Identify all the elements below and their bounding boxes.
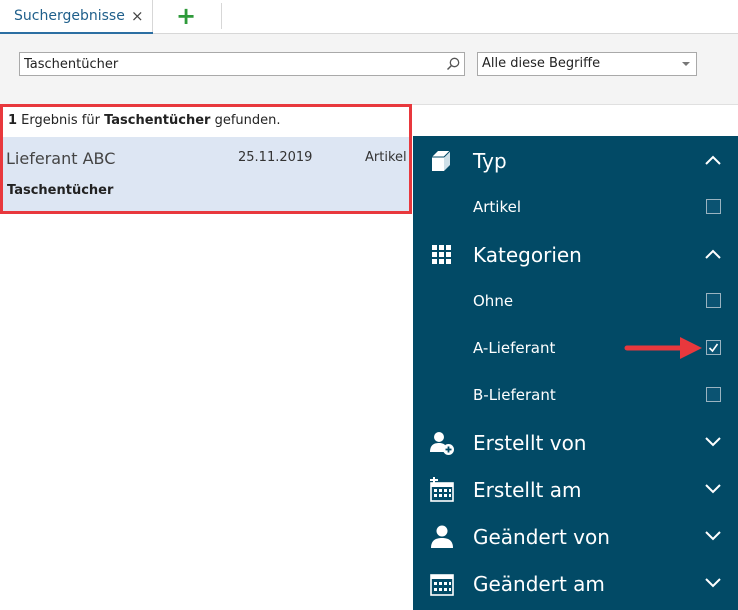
results-list: 1 Ergebnis für Taschentücher gefunden. L… (0, 104, 413, 215)
summary-post: gefunden. (210, 113, 281, 128)
facet-title-geaendert-von: Geändert von (473, 525, 610, 549)
facet-option-label: A-Lieferant (473, 339, 556, 357)
chevron-down-icon[interactable] (703, 482, 723, 496)
chevron-up-icon[interactable] (703, 247, 723, 261)
result-title: Taschentücher (7, 183, 114, 198)
summary-pre: Ergebnis für (17, 113, 105, 128)
tab-divider (221, 3, 222, 29)
facet-option-ohne[interactable]: Ohne (413, 281, 738, 321)
calendar-add-icon (430, 477, 454, 502)
facet-header-erstellt-am[interactable]: Erstellt am (413, 467, 738, 511)
chevron-down-icon[interactable] (703, 435, 723, 449)
checkbox-b-lieferant[interactable] (706, 387, 721, 402)
checkbox-a-lieferant[interactable] (706, 340, 721, 355)
facet-option-label: Ohne (473, 292, 514, 310)
facet-header-typ[interactable]: Typ (413, 138, 738, 182)
chevron-down-icon (682, 62, 690, 66)
facet-option-b-lieferant[interactable]: B-Lieferant (413, 375, 738, 415)
tab-suchergebnisse[interactable]: Suchergebnisse × (0, 0, 153, 34)
facet-header-kategorien[interactable]: Kategorien (413, 232, 738, 276)
search-mode-value: Alle diese Begriffe (482, 56, 601, 71)
result-type: Artikel (365, 150, 407, 165)
result-supplier: Lieferant ABC (6, 149, 116, 168)
chevron-down-icon[interactable] (703, 529, 723, 543)
list-item[interactable]: Lieferant ABC 25.11.2019 Artikel Taschen… (3, 137, 409, 212)
facet-title-geaendert-am: Geändert am (473, 572, 605, 596)
search-mode-select[interactable]: Alle diese Begriffe (477, 52, 697, 76)
user-icon (431, 525, 453, 548)
user-add-icon (430, 432, 454, 455)
facet-panel: Typ Artikel Kategorien Ohne A-Lieferant … (413, 136, 738, 610)
result-count: 1 (8, 113, 18, 128)
arrow-annotation-icon (624, 337, 702, 359)
facet-header-erstellt-von[interactable]: Erstellt von (413, 420, 738, 464)
tab-label: Suchergebnisse (14, 8, 125, 24)
box-icon (432, 150, 451, 171)
facet-title-kategorien: Kategorien (473, 243, 582, 267)
search-field[interactable] (19, 52, 465, 76)
facet-title-typ: Typ (473, 149, 507, 173)
facet-header-geaendert-am[interactable]: Geändert am (413, 561, 738, 605)
checkmark-icon (708, 343, 719, 353)
close-icon[interactable]: × (131, 7, 144, 25)
facet-title-erstellt-am: Erstellt am (473, 478, 582, 502)
facet-option-label: B-Lieferant (473, 386, 556, 404)
facet-option-artikel[interactable]: Artikel (413, 187, 738, 227)
search-toolbar: Alle diese Begriffe (0, 34, 738, 105)
facet-option-label: Artikel (473, 198, 522, 216)
add-tab-button[interactable]: + (176, 2, 196, 30)
result-summary: 1 Ergebnis für Taschentücher gefunden. (8, 113, 281, 128)
result-date: 25.11.2019 (238, 150, 313, 165)
tab-bar: Suchergebnisse × + (0, 0, 738, 34)
search-icon[interactable] (445, 56, 461, 72)
checkbox-artikel[interactable] (706, 199, 721, 214)
chevron-up-icon[interactable] (703, 153, 723, 167)
search-input[interactable] (20, 53, 444, 75)
facet-header-geaendert-von[interactable]: Geändert von (413, 514, 738, 558)
checkbox-ohne[interactable] (706, 293, 721, 308)
grid-icon (432, 245, 451, 264)
facet-title-erstellt-von: Erstellt von (473, 431, 587, 455)
calendar-icon (430, 574, 454, 596)
summary-term: Taschentücher (104, 113, 211, 128)
chevron-down-icon[interactable] (703, 576, 723, 590)
